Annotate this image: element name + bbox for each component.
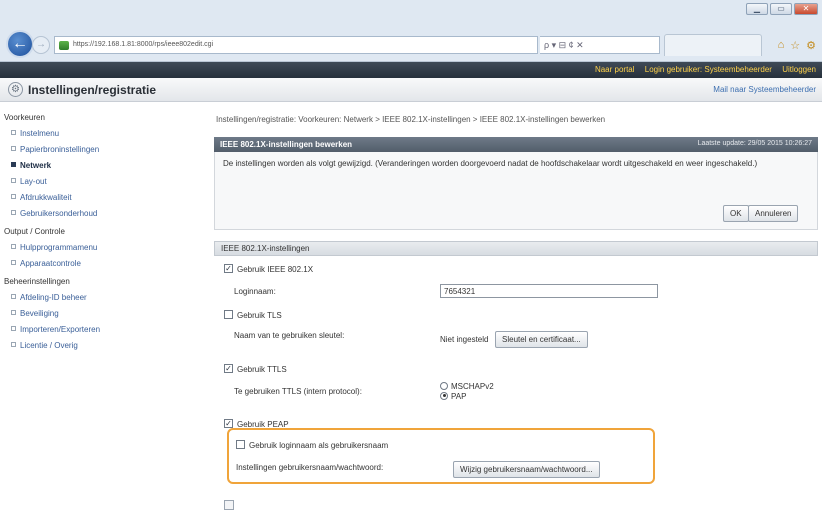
sidebar-item-label: Beveiliging [20, 309, 59, 318]
page-header: ⚙ Instellingen/registratie Mail naar Sys… [0, 78, 822, 102]
description-text: De instellingen worden als volgt gewijzi… [223, 159, 758, 168]
page-title: Instellingen/registratie [28, 83, 157, 97]
sidebar-item-print-quality[interactable]: Afdrukkwaliteit [11, 193, 72, 202]
use-ieee-checkbox-row[interactable]: ✓ Gebruik IEEE 802.1X [224, 264, 314, 274]
sidebar-item-security[interactable]: Beveiliging [11, 309, 59, 318]
browser-chrome: ▁ ▭ ✕ ← → https://192.168.1.81:8000/rps/… [0, 0, 822, 62]
portal-link[interactable]: Naar portal [595, 65, 635, 74]
bullet-icon [11, 244, 16, 250]
sidebar-item-label: Apparaatcontrole [20, 259, 81, 268]
cancel-button[interactable]: Annuleren [748, 205, 799, 222]
sidebar-item-device-control[interactable]: Apparaatcontrole [11, 259, 81, 268]
last-update-timestamp: Laatste update: 29/05 2015 10:26:27 [697, 140, 812, 147]
settings-icon[interactable]: ⚙ [806, 39, 816, 52]
sidebar-item-user-maintenance[interactable]: Gebruikersonderhoud [11, 209, 97, 218]
sidebar-item-network[interactable]: Netwerk [11, 161, 51, 170]
login-name-label: Loginnaam: [234, 287, 276, 296]
key-certificate-button[interactable]: Sleutel en certificaat... [495, 331, 588, 348]
minimize-button[interactable]: ▁ [746, 3, 768, 15]
login-user-label: Login gebruiker: Systeembeheerder [644, 65, 772, 74]
page-options-icon[interactable] [224, 500, 234, 510]
logout-link[interactable]: Uitloggen [782, 65, 816, 74]
portal-links: Naar portal Login gebruiker: Systeembehe… [587, 65, 816, 74]
favorites-icon[interactable]: ☆ [790, 39, 800, 52]
sidebar-item-label: Afdrukkwaliteit [20, 193, 72, 202]
bullet-icon [11, 146, 16, 152]
use-ttls-checkbox[interactable]: ✓ [224, 364, 233, 374]
browser-toolbar-icons: ⌂ ☆ ⚙ [778, 39, 816, 52]
use-ttls-label: Gebruik TTLS [237, 365, 287, 374]
bullet-icon [11, 326, 16, 332]
bullet-icon [11, 194, 16, 200]
sidebar-item-utility-menu[interactable]: Hulpprogrammamenu [11, 243, 97, 252]
use-ttls-checkbox-row[interactable]: ✓ Gebruik TTLS [224, 364, 287, 374]
highlight-frame [227, 428, 655, 484]
use-tls-checkbox-row[interactable]: Gebruik TLS [224, 310, 282, 320]
settings-gear-icon: ⚙ [8, 82, 23, 97]
home-icon[interactable]: ⌂ [778, 39, 785, 52]
use-ieee-label: Gebruik IEEE 802.1X [237, 265, 314, 274]
radio-pap[interactable]: PAP [440, 391, 467, 401]
portal-bar: Naar portal Login gebruiker: Systeembehe… [0, 62, 822, 78]
sidebar-item-label: Hulpprogrammamenu [20, 243, 98, 252]
radio-label: MSCHAPv2 [451, 382, 494, 391]
bullet-icon [11, 178, 16, 184]
key-name-label: Naam van te gebruiken sleutel: [234, 331, 345, 340]
maximize-button[interactable]: ▭ [770, 3, 792, 15]
sidebar-item-label: Gebruikersonderhoud [20, 209, 98, 218]
back-arrow-icon[interactable]: ← [6, 30, 34, 58]
ok-button[interactable]: OK [723, 205, 749, 222]
sidebar-item-import-export[interactable]: Importeren/Exporteren [11, 325, 100, 334]
use-tls-checkbox[interactable] [224, 310, 233, 320]
bullet-icon [11, 210, 16, 216]
close-window-button[interactable]: ✕ [794, 3, 818, 15]
sidebar: Voorkeuren Instelmenu Papierbroninstelli… [0, 103, 210, 524]
sidebar-item-layout[interactable]: Lay-out [11, 177, 47, 186]
browser-tab[interactable] [664, 34, 762, 56]
bullet-icon [11, 310, 16, 316]
site-icon [59, 41, 69, 50]
sidebar-item-paper-source[interactable]: Papierbroninstellingen [11, 145, 99, 154]
bullet-icon [11, 260, 16, 266]
edit-panel-header: IEEE 802.1X-instellingen bewerken Laatst… [214, 137, 818, 152]
sidebar-item-label: Lay-out [20, 177, 47, 186]
radio-label: PAP [451, 392, 467, 401]
sidebar-item-label: Instelmenu [20, 129, 60, 138]
breadcrumb: Instellingen/registratie: Voorkeuren: Ne… [216, 115, 606, 124]
mail-admin-link[interactable]: Mail naar Systeembeheerder [713, 85, 816, 94]
radio-mschapv2[interactable]: MSCHAPv2 [440, 381, 494, 391]
sidebar-item-label: Licentie / Overig [20, 341, 78, 350]
radio-button[interactable] [440, 391, 448, 400]
radio-button[interactable] [440, 381, 448, 390]
sidebar-item-department-id[interactable]: Afdeling-ID beheer [11, 293, 87, 302]
sidebar-heading-management: Beheerinstellingen [4, 277, 70, 286]
login-name-input[interactable] [440, 284, 658, 298]
ttls-protocol-label: Te gebruiken TTLS (intern protocol): [234, 387, 362, 396]
settings-section-header: IEEE 802.1X-instellingen [214, 241, 818, 256]
window-controls: ▁ ▭ ✕ [746, 3, 818, 15]
url-text: https://192.168.1.81:8000/rps/ieee802edi… [73, 41, 214, 48]
sidebar-heading-output: Output / Controle [4, 227, 65, 236]
sidebar-item-label: Importeren/Exporteren [20, 325, 101, 334]
address-tools[interactable]: ρ ▾ ⊟ ¢ ✕ [540, 36, 660, 54]
sidebar-heading-preferences: Voorkeuren [4, 113, 45, 122]
bullet-icon [11, 162, 16, 168]
panel-title: IEEE 802.1X-instellingen bewerken [220, 140, 353, 149]
bullet-icon [11, 130, 16, 136]
use-tls-label: Gebruik TLS [237, 311, 282, 320]
sidebar-item-instelmenu[interactable]: Instelmenu [11, 129, 59, 138]
bullet-icon [11, 342, 16, 348]
edit-panel-body: De instellingen worden als volgt gewijzi… [214, 152, 818, 230]
sidebar-item-label: Netwerk [20, 161, 52, 170]
sidebar-item-label: Afdeling-ID beheer [20, 293, 87, 302]
key-name-value: Niet ingesteld [440, 335, 489, 344]
use-ieee-checkbox[interactable]: ✓ [224, 264, 233, 274]
bullet-icon [11, 294, 16, 300]
address-bar[interactable]: https://192.168.1.81:8000/rps/ieee802edi… [54, 36, 538, 54]
sidebar-item-license[interactable]: Licentie / Overig [11, 341, 78, 350]
sidebar-item-label: Papierbroninstellingen [20, 145, 100, 154]
forward-arrow-icon[interactable]: → [32, 36, 50, 54]
